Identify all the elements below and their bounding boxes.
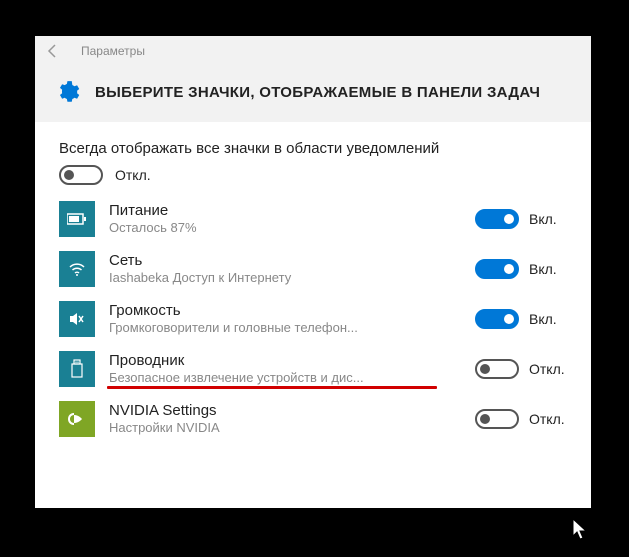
back-button[interactable]: [43, 41, 63, 61]
item-toggle[interactable]: [475, 359, 519, 379]
nvidia-icon: [59, 401, 95, 437]
page-title: ВЫБЕРИТЕ ЗНАЧКИ, ОТОБРАЖАЕМЫЕ В ПАНЕЛИ З…: [95, 84, 540, 101]
master-toggle-label: Откл.: [115, 167, 153, 183]
list-item: ГромкостьГромкоговорители и головные тел…: [59, 301, 567, 337]
toggle-wrap: Вкл.: [475, 309, 567, 329]
usb-icon: [59, 351, 95, 387]
toggle-state-label: Откл.: [529, 361, 567, 377]
item-text: NVIDIA SettingsНастройки NVIDIA: [109, 402, 461, 437]
list-item: ПитаниеОсталось 87% Вкл.: [59, 201, 567, 237]
item-toggle[interactable]: [475, 409, 519, 429]
master-toggle-row: Откл.: [59, 165, 567, 185]
toggle-wrap: Вкл.: [475, 259, 567, 279]
item-title: Сеть: [109, 252, 461, 270]
icon-toggle-list: ПитаниеОсталось 87%Вкл.СетьIashabeka Дос…: [59, 201, 567, 437]
settings-window: Параметры ВЫБЕРИТЕ ЗНАЧКИ, ОТОБРАЖАЕМЫЕ …: [35, 36, 591, 508]
titlebar-app-name: Параметры: [81, 44, 145, 58]
item-desc: Громкоговорители и головные телефон...: [109, 320, 461, 337]
list-item: ПроводникБезопасное извлечение устройств…: [59, 351, 567, 387]
item-text: СетьIashabeka Доступ к Интернету: [109, 252, 461, 287]
wifi-icon: [59, 251, 95, 287]
item-text: ПроводникБезопасное извлечение устройств…: [109, 352, 461, 387]
titlebar: Параметры: [35, 36, 591, 66]
toggle-state-label: Откл.: [529, 411, 567, 427]
item-title: Громкость: [109, 302, 461, 320]
content-area: Всегда отображать все значки в области у…: [35, 122, 591, 508]
item-title: Питание: [109, 202, 461, 220]
toggle-wrap: Вкл.: [475, 209, 567, 229]
cursor-icon: [572, 518, 590, 542]
master-subtitle: Всегда отображать все значки в области у…: [59, 140, 567, 157]
item-title: Проводник: [109, 352, 461, 370]
battery-icon: [59, 201, 95, 237]
item-toggle[interactable]: [475, 209, 519, 229]
page-header: ВЫБЕРИТЕ ЗНАЧКИ, ОТОБРАЖАЕМЫЕ В ПАНЕЛИ З…: [35, 66, 591, 122]
toggle-state-label: Вкл.: [529, 311, 567, 327]
gear-icon: [53, 78, 81, 106]
highlight-underline: [107, 386, 437, 389]
item-text: ПитаниеОсталось 87%: [109, 202, 461, 237]
item-toggle[interactable]: [475, 259, 519, 279]
item-toggle[interactable]: [475, 309, 519, 329]
toggle-state-label: Вкл.: [529, 211, 567, 227]
item-desc: Безопасное извлечение устройств и дис...: [109, 370, 461, 387]
item-desc: Настройки NVIDIA: [109, 420, 461, 437]
toggle-state-label: Вкл.: [529, 261, 567, 277]
toggle-wrap: Откл.: [475, 359, 567, 379]
item-desc: Iashabeka Доступ к Интернету: [109, 270, 461, 287]
item-desc: Осталось 87%: [109, 220, 461, 237]
toggle-wrap: Откл.: [475, 409, 567, 429]
list-item: NVIDIA SettingsНастройки NVIDIA Откл.: [59, 401, 567, 437]
volume-icon: [59, 301, 95, 337]
item-title: NVIDIA Settings: [109, 402, 461, 420]
master-toggle[interactable]: [59, 165, 103, 185]
item-text: ГромкостьГромкоговорители и головные тел…: [109, 302, 461, 337]
list-item: СетьIashabeka Доступ к Интернету Вкл.: [59, 251, 567, 287]
